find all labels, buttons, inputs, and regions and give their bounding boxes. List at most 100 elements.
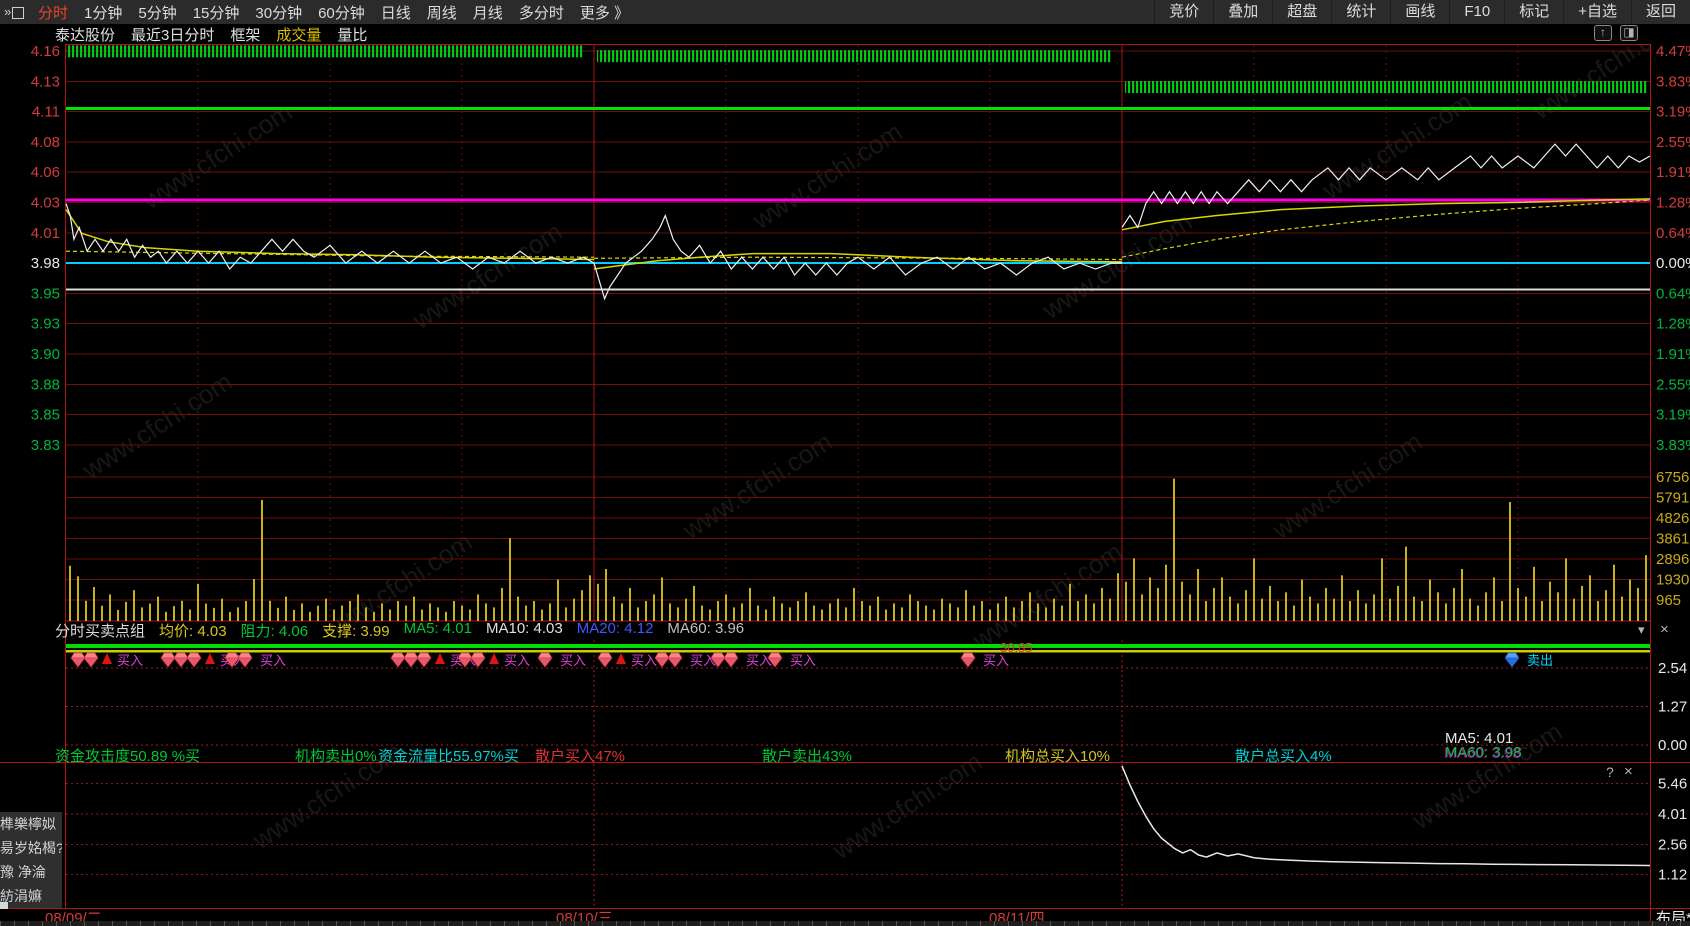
toolbar-最近3日分时[interactable]: 最近3日分时 (131, 24, 214, 45)
price-tick-left: 4.13 (31, 73, 60, 90)
price-tick-left: 3.90 (31, 346, 60, 363)
tab-日线[interactable]: 日线 (373, 2, 419, 23)
buy-signal: 买入 (537, 652, 586, 668)
price-tick-left: 4.08 (31, 134, 60, 151)
buy-signal: 买入 (710, 652, 772, 668)
tab-周线[interactable]: 周线 (419, 2, 465, 23)
percent-tick-right: 3.83% (1656, 437, 1690, 454)
chart-svg: www.cfchi.com www.cfchi.com www.cfchi.com w… (0, 6, 1690, 922)
percent-tick-right: 3.19% (1656, 407, 1690, 424)
signal-value-label: 30.85 (1000, 640, 1033, 655)
indicator-field: MA5: 4.01 (403, 620, 472, 637)
split-view-icon[interactable]: ◨ (1620, 25, 1638, 41)
indicator-title: 分时买卖点组 (55, 623, 146, 640)
price-tick-left: 4.11 (32, 104, 60, 121)
window-square-icon (12, 6, 25, 19)
bottom-pane-tick: 5.46 (1658, 776, 1687, 793)
stat-label: 机构卖出0% (295, 748, 377, 765)
close-icon[interactable]: × (1660, 621, 1669, 638)
menu-叠加[interactable]: 叠加 (1213, 0, 1272, 24)
menu-超盘[interactable]: 超盘 (1272, 0, 1331, 24)
mid-pane-tick: 0.00 (1658, 737, 1687, 754)
menu-竞价[interactable]: 竞价 (1154, 0, 1213, 24)
stat-label: 散户卖出43% (762, 748, 853, 765)
price-tick-left: 4.16 (31, 43, 60, 60)
close-icon[interactable]: × (1624, 763, 1633, 780)
tab-5分钟[interactable]: 5分钟 (130, 2, 184, 23)
percent-tick-right: 1.28% (1656, 195, 1690, 212)
svg-text:买入: 买入 (260, 653, 286, 668)
buy-signal: 买入 (70, 652, 143, 668)
menu-标记[interactable]: 标记 (1504, 0, 1563, 24)
tab-30分钟[interactable]: 30分钟 (247, 2, 310, 23)
tab-月线[interactable]: 月线 (465, 2, 511, 23)
bottom-indicator-line (1121, 765, 1651, 867)
percent-tick-right: 3.83% (1656, 73, 1690, 90)
indicator-field: MA10: 4.03 (485, 620, 563, 637)
tab-更多 》[interactable]: 更多 》 (572, 2, 637, 23)
volume-tick: 965 (1656, 592, 1681, 609)
expand-up-icon[interactable]: ↑ (1594, 25, 1612, 41)
svg-text:买入: 买入 (504, 653, 530, 668)
mid-pane-tick: 1.27 (1658, 699, 1687, 716)
svg-text:买入: 买入 (690, 653, 716, 668)
help-icon[interactable]: ? (1606, 764, 1614, 780)
stat-label: 资金攻击度50.89 %买 (55, 748, 201, 765)
chart-toolbar-items: 泰达股份 最近3日分时 框架 成交量 量比 (0, 24, 383, 45)
chart-toolbar: 泰达股份 最近3日分时 框架 成交量 量比 ↑ ◨ (0, 24, 1690, 44)
ma60-overlay-label: MA60: 3.98 (1445, 744, 1522, 761)
buy-signal: 买入 (597, 652, 657, 668)
stat-label: 散户总买入4% (1235, 748, 1332, 765)
price-tick-left: 4.03 (31, 195, 60, 212)
percent-tick-right: 2.55% (1656, 376, 1690, 393)
indicator-field: 支撑: 3.99 (322, 623, 390, 640)
chart-toolbar-icons: ↑ ◨ (1594, 25, 1638, 41)
trade-signals: 买入买入买入买入买入买入买入买入买入买入买入卖出 (70, 652, 1553, 668)
svg-text:买入: 买入 (983, 653, 1009, 668)
svg-text:买入: 买入 (790, 653, 816, 668)
svg-text:www.cfchi.com: www.cfchi.com (676, 426, 837, 545)
percent-tick-right: 0.00% (1656, 255, 1690, 272)
stat-label: 资金流量比55.97%买 (378, 748, 519, 765)
svg-text:www.cfchi.com: www.cfchi.com (136, 96, 297, 215)
menu-返回[interactable]: 返回 (1630, 0, 1690, 24)
menubar: » 分时 1分钟 5分钟 15分钟 30分钟 60分钟 日线 周线 月线 多分时 更多 》 竞价 叠加… (0, 0, 1690, 24)
volume-tick: 5791 (1656, 490, 1689, 507)
stat-label: 机构总买入10% (1005, 748, 1111, 765)
price-tick-left: 3.98 (31, 255, 60, 272)
tab-多分时[interactable]: 多分时 (511, 2, 572, 23)
price-tick-left: 3.88 (31, 376, 60, 393)
percent-tick-right: 1.28% (1656, 316, 1690, 333)
tab-15分钟[interactable]: 15分钟 (185, 2, 248, 23)
tab-60分钟[interactable]: 60分钟 (310, 2, 373, 23)
percent-tick-right: 0.64% (1656, 285, 1690, 302)
svg-text:买入: 买入 (117, 653, 143, 668)
period-tabs: 分时 1分钟 5分钟 15分钟 30分钟 60分钟 日线 周线 月线 多分时 更多 》 (30, 2, 637, 23)
menu-画线[interactable]: 画线 (1390, 0, 1449, 24)
svg-text:www.cfchi.com: www.cfchi.com (746, 116, 907, 235)
indicator-field: 均价: 4.03 (159, 623, 227, 640)
price-tick-left: 4.06 (31, 164, 60, 181)
menu-F10[interactable]: F10 (1449, 0, 1504, 24)
percent-tick-right: 2.55% (1656, 134, 1690, 151)
bottom-pane-tick: 2.56 (1658, 836, 1687, 853)
left-chip-label: 昜岁姳楬?( (0, 836, 62, 860)
svg-text:www.cfchi.com: www.cfchi.com (966, 536, 1127, 655)
tab-分时[interactable]: 分时 (30, 2, 76, 23)
limit-strips (66, 45, 1648, 94)
toolbar-成交量[interactable]: 成交量 (276, 24, 321, 45)
svg-text:买入: 买入 (560, 653, 586, 668)
toolbar-量比[interactable]: 量比 (337, 24, 367, 45)
bottom-scrollbar[interactable] (0, 921, 1690, 926)
menu-+自选[interactable]: +自选 (1563, 0, 1631, 24)
toolbar-框架[interactable]: 框架 (230, 24, 260, 45)
tab-1分钟[interactable]: 1分钟 (76, 2, 130, 23)
toolbar-泰达股份[interactable]: 泰达股份 (55, 24, 115, 45)
corner-mark (0, 902, 8, 909)
menu-统计[interactable]: 统计 (1331, 0, 1390, 24)
bottom-pane-tick: 1.12 (1658, 867, 1687, 884)
window-icon[interactable]: » (4, 4, 30, 20)
chevron-down-icon[interactable]: ▾ (1638, 622, 1645, 638)
signal-green-band (66, 644, 1650, 648)
bottom-pane-tick: 4.01 (1658, 806, 1687, 823)
